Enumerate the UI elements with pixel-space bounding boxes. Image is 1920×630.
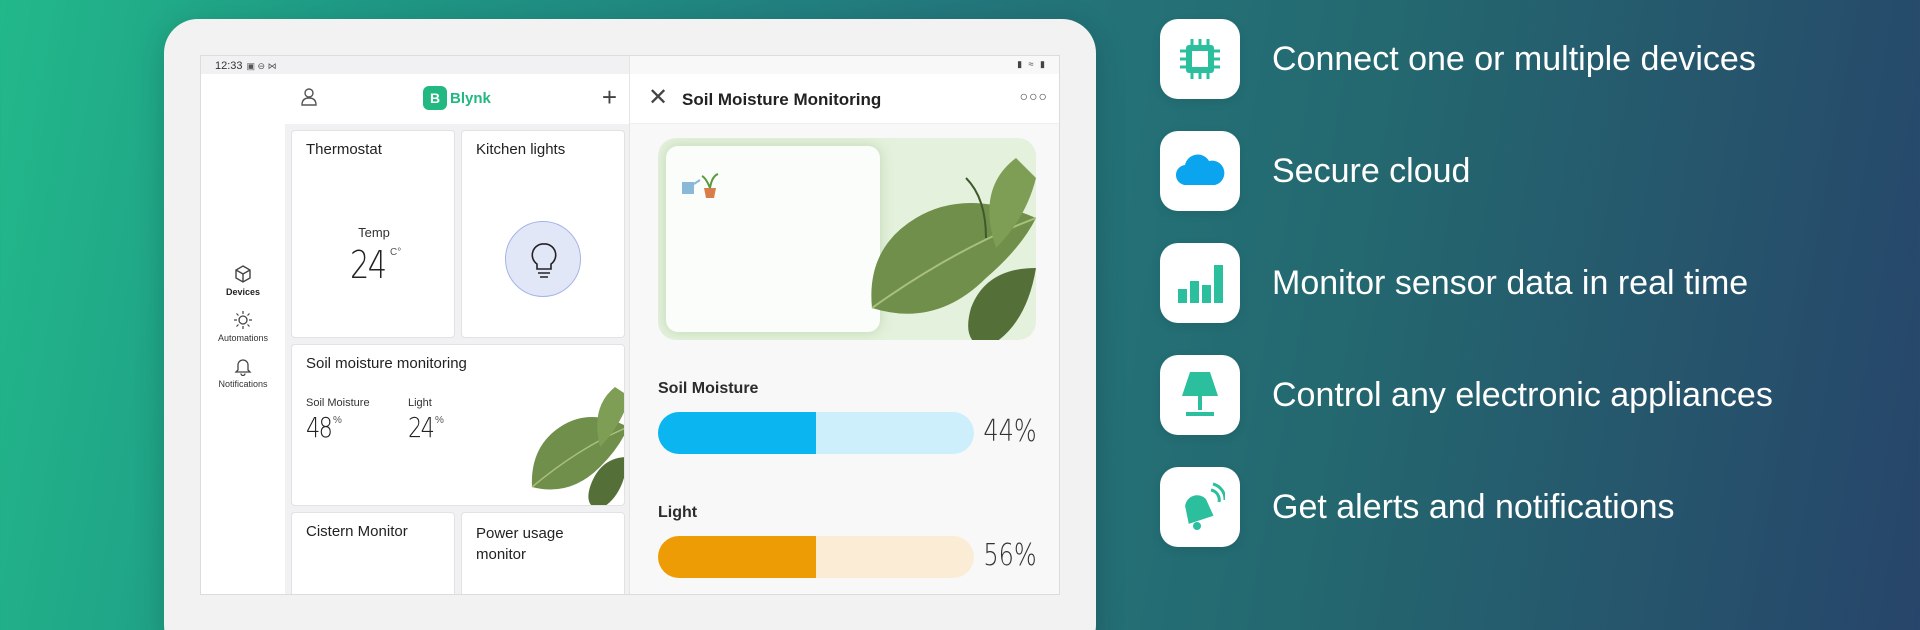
rail-label-automations: Automations: [217, 333, 269, 343]
metric-label-soil: Soil Moisture: [658, 380, 759, 397]
temp-label: Temp: [358, 225, 390, 240]
panel-header: ✕ Soil Moisture Monitoring ○○○: [630, 74, 1059, 124]
temp-readout: 24 C°: [350, 243, 401, 287]
light-bar-fill: [658, 536, 816, 578]
rail-label-notifications: Notifications: [218, 379, 268, 389]
feature-icon-box: [1160, 355, 1240, 435]
feature-text-connect: Connect one or multiple devices: [1272, 40, 1756, 78]
light-label: Light: [408, 397, 432, 409]
notification-bell-icon: [1185, 482, 1225, 530]
soil-moisture-bar: [658, 412, 974, 454]
feature-text-control: Control any electronic appliances: [1272, 376, 1773, 414]
status-icons: ▣ ⊖ ⋈: [246, 61, 277, 71]
side-rail: Devices Automations Notifications: [201, 74, 285, 594]
tile-kitchen-lights[interactable]: Kitchen lights: [461, 130, 625, 338]
feature-text-cloud: Secure cloud: [1272, 152, 1471, 190]
feature-alerts: Get alerts and notifications: [1160, 467, 1792, 547]
bell-icon: [234, 359, 252, 376]
tile-title-cistern: Cistern Monitor: [306, 523, 408, 540]
chip-icon: [1180, 39, 1220, 79]
light-readout: 24%: [408, 411, 444, 444]
soil-moisture-value: 48: [306, 411, 333, 444]
soil-moisture-readout: 48%: [306, 411, 342, 444]
lamp-icon: [1182, 372, 1218, 416]
tile-title-thermostat: Thermostat: [306, 141, 382, 158]
watering-plant-icon: [682, 173, 719, 198]
status-icons-right: ▮ ≈ ▮: [1017, 59, 1047, 69]
brand-badge: B: [423, 86, 447, 110]
soil-moisture-label: Soil Moisture: [306, 397, 370, 409]
tile-title-soil: Soil moisture monitoring: [306, 355, 467, 372]
metric-label-light: Light: [658, 504, 698, 521]
feature-icon-box: [1160, 19, 1240, 99]
tile-soil-moisture[interactable]: Soil moisture monitoring Soil Moisture 4…: [291, 344, 625, 506]
user-icon[interactable]: [299, 86, 319, 108]
feature-monitor-data: Monitor sensor data in real time: [1160, 243, 1792, 323]
feature-icon-box: [1160, 243, 1240, 323]
more-options-icon[interactable]: ○○○: [1020, 88, 1048, 104]
cube-icon: [235, 265, 251, 283]
plant-image: [531, 387, 624, 505]
rail-item-automations[interactable]: Automations: [201, 310, 285, 343]
cloud-icon: [1175, 154, 1225, 186]
tile-title-power: Power usage monitor: [476, 525, 564, 563]
feature-text-monitor: Monitor sensor data in real time: [1272, 264, 1749, 302]
hero-image: [658, 138, 1036, 340]
light-value: 24: [408, 411, 435, 444]
close-button[interactable]: ✕: [648, 86, 668, 110]
feature-control-appliances: Control any electronic appliances: [1160, 355, 1792, 435]
bar-chart-icon: [1178, 265, 1223, 303]
rail-item-devices[interactable]: Devices: [201, 264, 285, 297]
temp-unit: C°: [390, 247, 402, 258]
brand-logo: B Blynk: [423, 86, 491, 110]
lightbulb-icon: [531, 243, 557, 278]
tile-title-kitchen: Kitchen lights: [476, 141, 566, 158]
panel-title: Soil Moisture Monitoring: [682, 90, 882, 109]
tile-thermostat[interactable]: Thermostat Temp 24 C°: [291, 130, 455, 338]
tile-cistern-monitor[interactable]: Cistern Monitor: [291, 512, 455, 594]
app-screen: 12:33 ▣ ⊖ ⋈ Devices Automations Notifica…: [200, 55, 1060, 595]
feature-connect-devices: Connect one or multiple devices: [1160, 19, 1792, 99]
tile-power-usage[interactable]: Power usage monitor: [461, 512, 625, 594]
light-toggle[interactable]: [505, 221, 581, 297]
feature-secure-cloud: Secure cloud: [1160, 131, 1792, 211]
feature-icon-box: [1160, 131, 1240, 211]
rail-label-devices: Devices: [225, 287, 261, 297]
rail-item-notifications[interactable]: Notifications: [201, 356, 285, 389]
light-percent: 56%: [983, 538, 1037, 573]
light-bar: [658, 536, 974, 578]
detail-panel: ▮ ≈ ▮ ✕ Soil Moisture Monitoring ○○○ Soi…: [629, 56, 1059, 594]
top-nav: B Blynk +: [285, 74, 629, 124]
add-device-button[interactable]: +: [602, 84, 617, 110]
temp-value: 24: [350, 243, 387, 287]
status-bar-time: 12:33 ▣ ⊖ ⋈: [215, 60, 277, 72]
soil-moisture-bar-fill: [658, 412, 816, 454]
soil-moisture-unit: %: [333, 415, 342, 426]
feature-text-alerts: Get alerts and notifications: [1272, 488, 1675, 526]
feature-icon-box: [1160, 467, 1240, 547]
plant-leaves-image: [871, 158, 1036, 340]
light-unit: %: [435, 415, 444, 426]
brand-name: Blynk: [450, 89, 491, 107]
sun-icon: [234, 311, 252, 329]
tablet-frame: 12:33 ▣ ⊖ ⋈ Devices Automations Notifica…: [164, 19, 1096, 630]
soil-moisture-percent: 44%: [983, 414, 1037, 449]
